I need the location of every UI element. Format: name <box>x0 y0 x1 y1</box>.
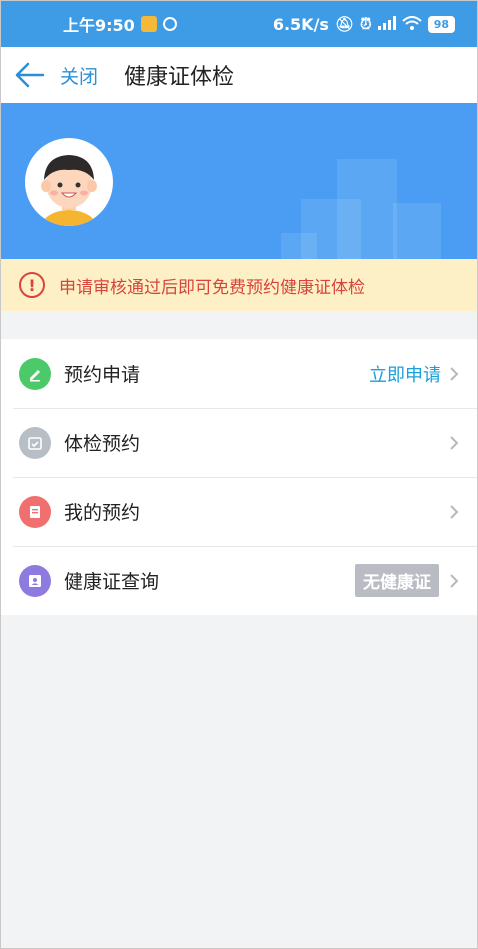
mute-icon: 🔕︎ <box>334 15 354 33</box>
nav-bar: 关闭 健康证体检 <box>1 47 477 103</box>
menu-item-label: 我的预约 <box>64 502 141 524</box>
notice-text: 申请审核通过后即可免费预约健康证体检 <box>59 277 365 298</box>
menu-item-label: 预约申请 <box>64 364 141 386</box>
alarm-icon: ⏰︎ <box>359 15 372 33</box>
status-bar: 上午9:50 6.5K/s 🔕︎ ⏰︎ 98 <box>1 1 477 47</box>
chevron-right-icon <box>450 504 459 519</box>
arrow-left-icon <box>15 62 45 88</box>
notice-bar: ! 申请审核通过后即可免费预约健康证体检 <box>1 259 477 311</box>
notification-app-icon-2 <box>162 17 177 31</box>
building-decoration <box>393 203 441 259</box>
menu-item-appointment-application[interactable]: 预约申请 立即申请 <box>1 339 477 408</box>
menu-list: 预约申请 立即申请 体检预约 我的预约 健康证查询 无健康证 <box>1 339 477 615</box>
document-icon <box>19 495 51 528</box>
menu-item-label: 体检预约 <box>64 433 141 455</box>
battery-icon: 98 <box>427 15 455 33</box>
close-link[interactable]: 关闭 <box>60 62 98 89</box>
page-title: 健康证体检 <box>124 65 235 90</box>
network-speed: 6.5K/s <box>272 14 329 34</box>
status-time: 上午9:50 <box>63 16 135 35</box>
alert-circle-icon: ! <box>19 272 45 298</box>
back-button[interactable] <box>1 47 57 103</box>
chevron-right-icon <box>450 435 459 450</box>
profile-banner <box>1 103 477 259</box>
edit-icon <box>19 357 51 390</box>
calendar-icon <box>19 426 51 459</box>
avatar <box>25 138 113 226</box>
menu-item-my-appointments[interactable]: 我的预约 <box>1 477 477 546</box>
signal-icon <box>377 15 396 34</box>
menu-item-exam-booking[interactable]: 体检预约 <box>1 408 477 477</box>
building-decoration <box>281 233 317 259</box>
chevron-right-icon <box>450 573 459 588</box>
menu-item-label: 健康证查询 <box>64 571 160 593</box>
status-badge: 无健康证 <box>355 564 439 597</box>
wifi-icon <box>402 15 422 34</box>
apply-now-link[interactable]: 立即申请 <box>369 361 441 387</box>
menu-item-certificate-query[interactable]: 健康证查询 无健康证 <box>1 546 477 615</box>
notification-app-icon <box>140 16 157 32</box>
id-card-icon <box>19 564 51 597</box>
chevron-right-icon <box>450 366 459 381</box>
